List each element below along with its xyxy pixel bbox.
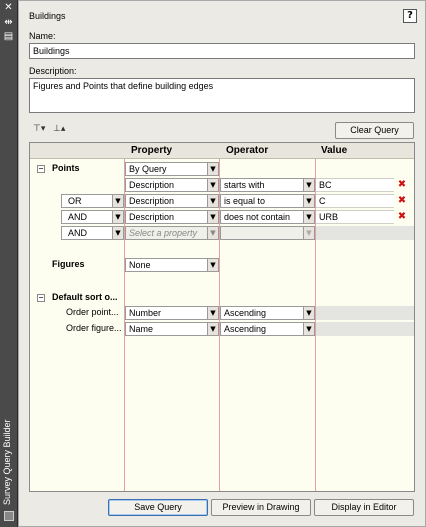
row2-conjunction-value: OR: [68, 196, 82, 206]
chevron-down-icon: ▼: [112, 227, 123, 239]
clear-query-button[interactable]: Clear Query: [335, 122, 414, 139]
sort-points-order-dropdown[interactable]: Ascending ▼: [220, 306, 315, 320]
sort-figures-label: Order figure...: [66, 323, 122, 333]
points-group-label: Points: [52, 163, 80, 173]
sort-figures-order-dropdown[interactable]: Ascending ▼: [220, 322, 315, 336]
chevron-down-icon: ▼: [303, 195, 314, 207]
palette-title: Survey Query Builder: [2, 419, 12, 505]
row3-operator-dropdown[interactable]: does not contain ▼: [220, 210, 315, 224]
chevron-down-icon: ▼: [303, 307, 314, 319]
points-mode-value: By Query: [129, 164, 167, 174]
row3-property-value: Description: [129, 212, 175, 222]
close-icon[interactable]: ✕: [2, 2, 15, 14]
row1-value-input[interactable]: BC: [316, 178, 394, 192]
name-input[interactable]: Buildings: [29, 43, 415, 59]
chevron-down-icon: ▼: [112, 195, 123, 207]
new-row-conjunction-dropdown[interactable]: AND ▼: [61, 226, 124, 240]
row3-conjunction-value: AND: [68, 212, 88, 222]
chevron-down-icon: ▼: [303, 227, 314, 239]
description-input[interactable]: Figures and Points that define building …: [29, 78, 415, 113]
chevron-down-icon: ▼: [207, 211, 218, 223]
sort-points-property-dropdown[interactable]: Number ▼: [125, 306, 219, 320]
new-row-value-cell: [316, 226, 414, 240]
help-button[interactable]: ?: [403, 9, 417, 23]
new-row-property-placeholder: Select a property: [129, 228, 198, 238]
row1-property-value: Description: [129, 180, 175, 190]
delete-row-icon[interactable]: ✖: [397, 180, 407, 190]
row3-value-input[interactable]: URB: [316, 210, 394, 224]
new-row-property-dropdown[interactable]: Select a property ▼: [125, 226, 219, 240]
chevron-down-icon: ▼: [303, 211, 314, 223]
expand-all-icon[interactable]: ⊤▾: [33, 123, 47, 135]
figures-group-label: Figures: [52, 259, 85, 269]
collapse-all-icon[interactable]: ⊥▴: [53, 123, 67, 135]
sort-points-value-cell: [316, 306, 414, 320]
row1-operator-dropdown[interactable]: starts with ▼: [220, 178, 315, 192]
value-header: Value: [316, 143, 414, 159]
points-collapse-icon[interactable]: −: [37, 165, 45, 173]
row2-property-value: Description: [129, 196, 175, 206]
auto-hide-icon[interactable]: ⇹: [2, 17, 15, 29]
chevron-down-icon: ▼: [207, 163, 218, 175]
palette-icon: [4, 511, 14, 521]
preview-in-drawing-button[interactable]: Preview in Drawing: [211, 499, 311, 516]
chevron-down-icon: ▼: [207, 259, 218, 271]
row2-property-dropdown[interactable]: Description ▼: [125, 194, 219, 208]
display-in-editor-button[interactable]: Display in Editor: [314, 499, 414, 516]
save-query-button[interactable]: Save Query: [108, 499, 208, 516]
row3-conjunction-dropdown[interactable]: AND ▼: [61, 210, 124, 224]
sort-figures-property-value: Name: [129, 324, 154, 334]
new-row-conjunction-value: AND: [68, 228, 88, 238]
row2-value-input[interactable]: C: [316, 194, 394, 208]
sort-points-property-value: Number: [129, 308, 162, 318]
sort-figures-value-cell: [316, 322, 414, 336]
delete-row-icon[interactable]: ✖: [397, 196, 407, 206]
property-header: Property: [125, 143, 220, 159]
properties-icon[interactable]: ▤: [2, 31, 15, 43]
chevron-down-icon: ▼: [303, 323, 314, 335]
description-label: Description:: [29, 66, 77, 76]
figures-mode-dropdown[interactable]: None ▼: [125, 258, 219, 272]
figures-mode-value: None: [129, 260, 151, 270]
sort-figures-property-dropdown[interactable]: Name ▼: [125, 322, 219, 336]
chevron-down-icon: ▼: [207, 179, 218, 191]
row2-conjunction-dropdown[interactable]: OR ▼: [61, 194, 124, 208]
row3-property-dropdown[interactable]: Description ▼: [125, 210, 219, 224]
sort-figures-order-value: Ascending: [224, 324, 267, 334]
points-mode-dropdown[interactable]: By Query ▼: [125, 162, 219, 176]
query-builder-panel: Buildings ? Name: Buildings Description:…: [18, 0, 426, 527]
chevron-down-icon: ▼: [207, 323, 218, 335]
row1-operator-value: starts with: [224, 180, 265, 190]
sort-points-order-value: Ascending: [224, 308, 267, 318]
chevron-down-icon: ▼: [207, 195, 218, 207]
palette-side-strip: ✕ ⇹ ▤ Survey Query Builder: [0, 0, 18, 527]
row1-property-dropdown[interactable]: Description ▼: [125, 178, 219, 192]
query-grid: Property Operator Value − Points By Quer…: [29, 142, 415, 492]
chevron-down-icon: ▼: [112, 211, 123, 223]
chevron-down-icon: ▼: [207, 307, 218, 319]
chevron-down-icon: ▼: [303, 179, 314, 191]
sort-collapse-icon[interactable]: −: [37, 294, 45, 302]
operator-header: Operator: [220, 143, 316, 159]
header-spacer: [30, 143, 125, 159]
row3-operator-value: does not contain: [224, 212, 291, 222]
delete-row-icon[interactable]: ✖: [397, 212, 407, 222]
row2-operator-dropdown[interactable]: is equal to ▼: [220, 194, 315, 208]
panel-title: Buildings: [29, 11, 66, 21]
chevron-down-icon: ▼: [207, 227, 218, 239]
sort-group-label: Default sort o...: [52, 292, 118, 302]
name-label: Name:: [29, 31, 56, 41]
row2-operator-value: is equal to: [224, 196, 266, 206]
new-row-operator-dropdown: ▼: [220, 226, 315, 240]
sort-points-label: Order point...: [66, 307, 119, 317]
